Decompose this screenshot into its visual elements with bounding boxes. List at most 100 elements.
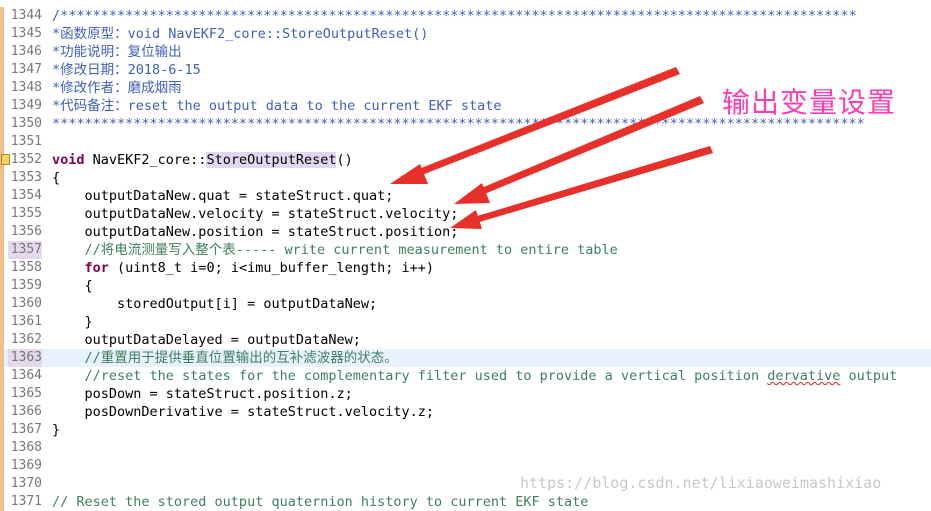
spelling-error: dervative	[767, 368, 841, 384]
code-line[interactable]: 1353 {	[0, 169, 931, 187]
watermark: https://blog.csdn.net/lixiaoweimashixiao	[520, 474, 882, 492]
code-text: // Reset the stored output quaternion hi…	[52, 494, 589, 510]
code-line[interactable]: 1362 outputDataDelayed = outputDataNew;	[0, 331, 931, 349]
code-line[interactable]: 1344 /***********************************…	[0, 7, 931, 25]
change-ruler	[0, 313, 4, 331]
change-ruler	[0, 169, 4, 187]
line-number: 1355	[10, 206, 42, 221]
line-number: 1360	[10, 296, 42, 311]
annotation-label: 输出变量设置	[722, 86, 897, 119]
change-ruler	[0, 241, 4, 259]
code-text: outputDataNew.quat = stateStruct.quat;	[52, 188, 394, 204]
change-ruler	[0, 223, 4, 241]
change-ruler	[0, 205, 4, 223]
change-ruler	[0, 403, 4, 421]
line-number: 1368	[10, 440, 42, 455]
change-ruler	[0, 439, 4, 457]
code-text: *修改作者：磨成烟雨	[52, 80, 182, 96]
code-line[interactable]: 1345 *函数原型：void NavEKF2_core::StoreOutput…	[0, 25, 931, 43]
code-text: outputDataDelayed = outputDataNew;	[52, 332, 361, 348]
code-line[interactable]: 1369	[0, 457, 931, 475]
line-number: 1370	[10, 476, 42, 491]
line-number: 1353	[10, 170, 42, 185]
line-number: 1346	[10, 44, 42, 59]
code-line[interactable]: 1352 void NavEKF2_core::StoreOutputReset(…	[0, 151, 931, 169]
code-text: for (uint8_t i=0; i<imu_buffer_length; i…	[52, 259, 435, 277]
line-number: 1367	[10, 422, 42, 437]
code-line[interactable]: 1360 storedOutput[i] = outputDataNew;	[0, 295, 931, 313]
change-ruler	[0, 97, 4, 115]
code-line[interactable]: 1365 posDown = stateStruct.position.z;	[0, 385, 931, 403]
code-line[interactable]: 1364 //reset the states for the compleme…	[0, 367, 931, 385]
change-ruler	[0, 43, 4, 61]
line-number: 1349	[10, 98, 42, 113]
code-line[interactable]: 1371 // Reset the stored output quaternio…	[0, 493, 931, 511]
code-line[interactable]: 1361 }	[0, 313, 931, 331]
code-text: *函数原型：void NavEKF2_core::StoreOutputRese…	[52, 26, 429, 42]
line-number: 1345	[10, 26, 42, 41]
keyword: for	[84, 260, 109, 276]
code-text: posDownDerivative = stateStruct.velocity…	[52, 404, 435, 420]
change-ruler	[0, 421, 4, 439]
comment-fragment: //reset the states for the complementary…	[52, 368, 768, 384]
line-number: 1344	[10, 8, 42, 23]
class-qualifier: NavEKF2_core::	[84, 152, 207, 168]
change-ruler	[0, 79, 4, 97]
code-line[interactable]: 1368	[0, 439, 931, 457]
change-ruler	[0, 385, 4, 403]
line-number: 1363	[8, 349, 42, 367]
line-number: 1369	[10, 458, 42, 473]
line-number: 1354	[10, 188, 42, 203]
change-ruler	[0, 115, 4, 133]
change-ruler	[0, 493, 4, 511]
code-text: outputDataNew.position = stateStruct.pos…	[52, 224, 459, 240]
line-number: 1350	[10, 116, 42, 131]
line-number: 1358	[10, 260, 42, 275]
change-ruler	[0, 7, 4, 25]
keyword: void	[52, 152, 85, 168]
code-line[interactable]: 1367}	[0, 421, 931, 439]
code-text: storedOutput[i] = outputDataNew;	[52, 296, 378, 312]
code-line[interactable]: 1366 posDownDerivative = stateStruct.vel…	[0, 403, 931, 421]
code-line[interactable]: 1351	[0, 133, 931, 151]
line-number: 1347	[10, 62, 42, 77]
change-ruler	[0, 295, 4, 313]
line-number: 1361	[10, 314, 42, 329]
code-text: void NavEKF2_core::StoreOutputReset()	[52, 151, 353, 169]
line-number: 1359	[10, 278, 42, 293]
line-number: 1365	[10, 386, 42, 401]
change-ruler	[0, 133, 4, 151]
code-editor[interactable]: 1344 /***********************************…	[0, 0, 931, 511]
code-text: *修改日期：2018-6-15	[52, 62, 201, 78]
change-ruler	[0, 277, 4, 295]
code-text: }	[52, 422, 61, 438]
code-line[interactable]: 1357 //将电流测量写入整个表----- write current mea…	[0, 241, 931, 259]
code-line[interactable]: 1346 *功能说明：复位输出	[0, 43, 931, 61]
code-text: *代码备注：reset the output data to the curre…	[52, 98, 502, 114]
code-line[interactable]: 1359 {	[0, 277, 931, 295]
change-ruler	[0, 61, 4, 79]
line-number: 1366	[10, 404, 42, 419]
code-line[interactable]: 1347 *修改日期：2018-6-15	[0, 61, 931, 79]
line-number: 1362	[10, 332, 42, 347]
code-line[interactable]: 1354 outputDataNew.quat = stateStruct.qu…	[0, 187, 931, 205]
code-line[interactable]: 1356 outputDataNew.position = stateStruc…	[0, 223, 931, 241]
code-line[interactable]: 1363 //重置用于提供垂直位置输出的互补滤波器的状态。	[0, 349, 931, 367]
code-text: //重置用于提供垂直位置输出的互补滤波器的状态。	[52, 350, 398, 366]
code-text: /***************************************…	[52, 8, 857, 24]
line-number: 1364	[10, 368, 42, 383]
change-ruler	[0, 25, 4, 43]
code-text: {	[52, 170, 61, 186]
code-text: posDown = stateStruct.position.z;	[52, 386, 353, 402]
change-ruler	[0, 259, 4, 277]
code-text: {	[52, 278, 93, 294]
code-line[interactable]: 1355 outputDataNew.velocity = stateStruc…	[0, 205, 931, 223]
function-name: StoreOutputReset	[206, 152, 337, 168]
line-number: 1356	[10, 224, 42, 239]
code-fragment: (uint8_t i=0; i<imu_buffer_length; i++)	[108, 260, 435, 276]
code-line[interactable]: 1358 for (uint8_t i=0; i<imu_buffer_leng…	[0, 259, 931, 277]
change-ruler	[0, 331, 4, 349]
code-text: *功能说明：复位输出	[52, 44, 182, 60]
line-number: 1348	[10, 80, 42, 95]
